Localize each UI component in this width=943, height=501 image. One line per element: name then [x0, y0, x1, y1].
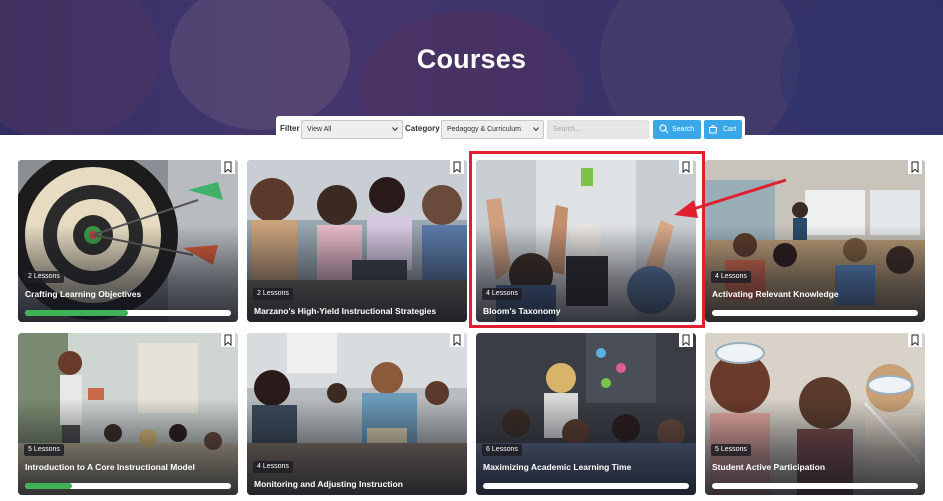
cart-button[interactable]: Cart — [704, 120, 742, 139]
annotation-arrow-icon — [674, 178, 787, 218]
filter-label: Filter — [280, 124, 300, 133]
search-placeholder: Search... — [553, 126, 582, 133]
course-card[interactable]: 6 Lessons Maximizing Academic Learning T… — [476, 333, 696, 495]
search-icon — [659, 124, 669, 134]
search-button-label: Search — [672, 126, 695, 133]
bookmark-icon[interactable] — [450, 160, 464, 174]
category-label: Category — [405, 124, 440, 133]
hero-banner: Courses — [0, 0, 943, 135]
course-title[interactable]: Monitoring and Adjusting Instruction — [254, 479, 403, 489]
progress-bar — [712, 483, 918, 489]
lessons-badge: 4 Lessons — [711, 271, 751, 283]
page-title: Courses — [416, 44, 527, 74]
bookmark-icon[interactable] — [450, 333, 464, 347]
lessons-badge: 5 Lessons — [711, 444, 751, 456]
filter-select[interactable]: View All — [301, 120, 403, 139]
course-card[interactable]: 2 Lessons Crafting Learning Objectives — [18, 160, 238, 322]
search-input[interactable]: Search... — [547, 120, 649, 139]
bookmark-icon[interactable] — [221, 160, 235, 174]
course-card[interactable]: 5 Lessons Student Active Participation — [705, 333, 925, 495]
bookmark-icon[interactable] — [679, 333, 693, 347]
lessons-badge: 4 Lessons — [253, 461, 293, 473]
category-select-value: Pedagogy & Curriculum — [447, 126, 521, 133]
search-button[interactable]: Search — [653, 120, 701, 139]
progress-bar — [25, 310, 231, 316]
progress-bar — [483, 483, 689, 489]
progress-fill — [25, 483, 73, 489]
filter-select-value: View All — [307, 126, 332, 133]
bookmark-icon[interactable] — [908, 333, 922, 347]
course-card[interactable]: 4 Lessons Monitoring and Adjusting Instr… — [247, 333, 467, 495]
bookmark-icon[interactable] — [908, 160, 922, 174]
bookmark-icon[interactable] — [221, 333, 235, 347]
course-title[interactable]: Crafting Learning Objectives — [25, 289, 141, 299]
chevron-down-icon — [533, 127, 539, 132]
course-card[interactable]: 5 Lessons Introduction to A Core Instruc… — [18, 333, 238, 495]
course-title[interactable]: Bloom's Taxonomy — [483, 306, 560, 316]
cart-icon — [708, 125, 718, 134]
course-title[interactable]: Introduction to A Core Instructional Mod… — [25, 462, 195, 472]
chevron-down-icon — [392, 127, 398, 132]
lessons-badge: 4 Lessons — [482, 288, 522, 300]
progress-fill — [25, 310, 128, 316]
lessons-badge: 2 Lessons — [253, 288, 293, 300]
course-title[interactable]: Marzano's High-Yield Instructional Strat… — [254, 306, 436, 316]
lessons-badge: 2 Lessons — [24, 271, 64, 283]
course-title[interactable]: Maximizing Academic Learning Time — [483, 462, 631, 472]
course-card[interactable]: 2 Lessons Marzano's High-Yield Instructi… — [247, 160, 467, 322]
progress-bar — [25, 483, 231, 489]
course-title[interactable]: Student Active Participation — [712, 462, 825, 472]
lessons-badge: 5 Lessons — [24, 444, 64, 456]
cart-button-label: Cart — [723, 126, 737, 133]
category-select[interactable]: Pedagogy & Curriculum — [441, 120, 544, 139]
course-title[interactable]: Activating Relevant Knowledge — [712, 289, 839, 299]
lessons-badge: 6 Lessons — [482, 444, 522, 456]
filter-bar: Filter View All Category Pedagogy & Curr… — [276, 116, 745, 143]
progress-bar — [712, 310, 918, 316]
